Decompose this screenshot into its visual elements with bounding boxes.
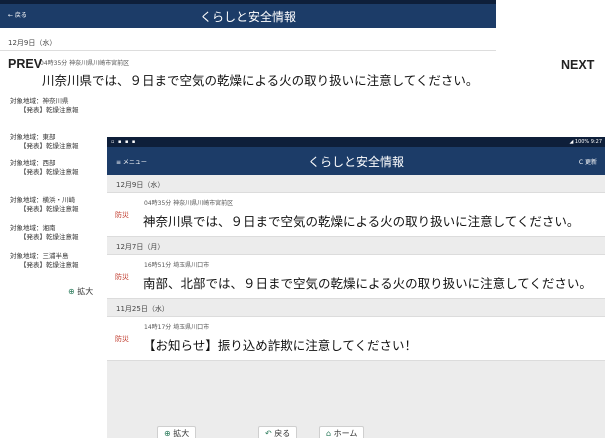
area-status: 【発表】乾燥注意報 <box>20 106 79 114</box>
zoom-button[interactable]: ⊕ 拡大 <box>157 426 197 438</box>
category-tag: 防災 <box>115 273 129 281</box>
zoom-label: 拡大 <box>77 287 94 296</box>
area-name: 対象地域：神奈川県 <box>10 97 69 105</box>
zoom-icon: ⊕ <box>68 287 75 296</box>
divider <box>0 50 496 51</box>
alert-message: 【お知らせ】振り込め詐欺に注意してください！ <box>143 338 418 353</box>
area-item: 対象地域：西部 【発表】乾燥注意報 <box>10 159 79 177</box>
title-bar: ← 戻る くらしと安全情報 <box>0 4 496 28</box>
date-header: 12月7日（月） <box>107 237 605 255</box>
area-status: 【発表】乾燥注意報 <box>20 168 79 176</box>
area-name: 対象地域：西部 <box>10 159 56 167</box>
area-item: 対象地域：東部 【発表】乾燥注意報 <box>10 133 79 151</box>
date-header: 12月9日（水） <box>8 39 57 47</box>
alert-headline: 川奈川県では、９日まで空気の乾燥による火の取り扱いに注意してください。 <box>42 73 479 88</box>
area-status: 【発表】乾燥注意報 <box>20 261 79 269</box>
date-header: 11月25日（水） <box>107 299 605 317</box>
refresh-button[interactable]: C 更新 <box>579 157 597 166</box>
alert-meta: 16時51分 埼玉県川口市 <box>144 262 210 269</box>
title-bar: ≡ メニュー くらしと安全情報 C 更新 <box>107 147 605 175</box>
area-name: 対象地域：横浜・川崎 <box>10 196 75 204</box>
area-item: 対象地域：三浦半島 【発表】乾燥注意報 <box>10 252 79 270</box>
alert-meta: 04時35分 神奈川県川崎市宮前区 <box>40 60 130 67</box>
zoom-button[interactable]: ⊕ 拡大 <box>68 286 93 297</box>
alert-group: 12月9日（水） 防災 04時35分 神奈川県川崎市宮前区 神奈川県では、９日ま… <box>107 175 605 237</box>
alert-item[interactable]: 防災 04時35分 神奈川県川崎市宮前区 神奈川県では、９日まで空気の乾燥による… <box>107 193 605 237</box>
prev-button[interactable]: PREV <box>8 57 42 71</box>
area-item: 対象地域：神奈川県 【発表】乾燥注意報 <box>10 97 79 115</box>
alert-item[interactable]: 防災 16時51分 埼玉県川口市 南部、北部では、９日まで空気の乾燥による火の取… <box>107 255 605 299</box>
area-name: 対象地域：東部 <box>10 133 56 141</box>
area-name: 対象地域：三浦半島 <box>10 252 69 260</box>
next-button[interactable]: NEXT <box>561 58 594 72</box>
zoom-icon: ⊕ <box>164 429 171 438</box>
area-item: 対象地域：湘南 【発表】乾燥注意報 <box>10 224 79 242</box>
area-status: 【発表】乾燥注意報 <box>20 205 79 213</box>
alert-group: 12月7日（月） 防災 16時51分 埼玉県川口市 南部、北部では、９日まで空気… <box>107 237 605 299</box>
zoom-label: 拡大 <box>173 429 190 438</box>
back-label: 戻る <box>274 429 291 438</box>
back-arrow-icon: ↶ <box>265 429 272 438</box>
home-button[interactable]: ⌂ ホーム <box>319 426 365 438</box>
area-status: 【発表】乾燥注意報 <box>20 142 79 150</box>
alert-message: 南部、北部では、９日まで空気の乾燥による火の取り扱いに注意してください。 <box>143 276 592 291</box>
home-icon: ⌂ <box>326 429 332 438</box>
area-item: 対象地域：横浜・川崎 【発表】乾燥注意報 <box>10 196 79 214</box>
status-bar: ▫ ▪ ▪ ▪ ◢ 100% 9:27 <box>107 137 605 147</box>
date-header: 12月9日（水） <box>107 175 605 193</box>
alert-item[interactable]: 防災 14時17分 埼玉県川口市 【お知らせ】振り込め詐欺に注意してください！ <box>107 317 605 361</box>
notification-icons: ▫ ▪ ▪ ▪ <box>111 139 137 145</box>
app-title: くらしと安全情報 <box>199 10 296 24</box>
alert-meta: 04時35分 神奈川県川崎市宮前区 <box>144 200 234 207</box>
back-button[interactable]: ↶ 戻る <box>258 426 298 438</box>
category-tag: 防災 <box>115 211 129 219</box>
app-title: くらしと安全情報 <box>307 155 404 169</box>
area-status: 【発表】乾燥注意報 <box>20 233 79 241</box>
alert-meta: 14時17分 埼玉県川口市 <box>144 324 210 331</box>
status-info: ◢ 100% 9:27 <box>569 139 602 145</box>
category-tag: 防災 <box>115 335 129 343</box>
bottom-toolbar: ⊕ 拡大 ↶ 戻る ⌂ ホーム <box>107 426 605 438</box>
home-label: ホーム <box>333 429 358 438</box>
alert-message: 神奈川県では、９日まで空気の乾燥による火の取り扱いに注意してください。 <box>143 214 580 229</box>
area-name: 対象地域：湘南 <box>10 224 56 232</box>
alert-group: 11月25日（水） 防災 14時17分 埼玉県川口市 【お知らせ】振り込め詐欺に… <box>107 299 605 361</box>
foreground-screen: ▫ ▪ ▪ ▪ ◢ 100% 9:27 ≡ メニュー くらしと安全情報 C 更新… <box>107 137 605 438</box>
